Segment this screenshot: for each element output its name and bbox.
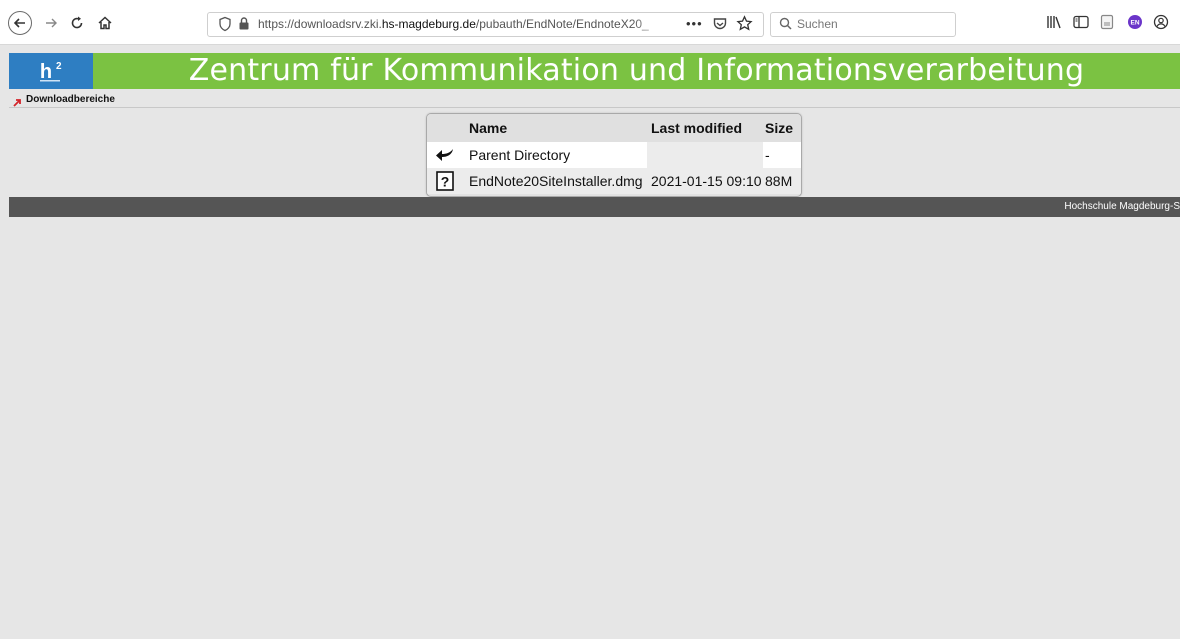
row-last-modified [651, 142, 765, 168]
url-text[interactable]: https://downloadsrv.zki.hs-magdeburg.de/… [258, 17, 673, 31]
column-header-name[interactable]: Name [469, 114, 649, 142]
university-logo[interactable]: h 2 [9, 53, 93, 89]
lock-icon[interactable] [238, 16, 250, 36]
reader-view-icon[interactable] [1098, 13, 1116, 31]
column-header-size[interactable]: Size [765, 114, 801, 142]
extension-icon[interactable]: EN [1126, 13, 1144, 31]
forward-button[interactable] [38, 10, 64, 36]
table-row[interactable]: ? EndNote20SiteInstaller.dmg 2021-01-15 … [427, 168, 801, 194]
browser-toolbar: https://downloadsrv.zki.hs-magdeburg.de/… [0, 0, 1180, 45]
home-icon [98, 16, 112, 30]
bookmark-star-icon[interactable] [736, 15, 753, 37]
library-icon[interactable] [1045, 13, 1063, 31]
svg-text:?: ? [441, 174, 450, 190]
svg-text:2: 2 [56, 61, 62, 72]
arrow-up-right-icon [12, 95, 22, 113]
search-icon [779, 17, 792, 35]
breadcrumb-link-downloadbereiche[interactable]: Downloadbereiche [26, 94, 115, 105]
search-placeholder: Suchen [797, 17, 838, 31]
site-footer: Hochschule Magdeburg-S [9, 197, 1180, 217]
extension-label: EN [1130, 20, 1139, 27]
parent-directory-link[interactable]: Parent Directory [469, 142, 649, 168]
site-header: h 2 Zentrum für Kommunikation und Inform… [9, 53, 1180, 89]
breadcrumb: Downloadbereiche [9, 93, 1180, 108]
file-link-endnote20siteinstaller[interactable]: EndNote20SiteInstaller.dmg [469, 168, 649, 194]
url-prefix: https://downloadsrv.zki. [258, 17, 382, 31]
table-header-row: Name Last modified Size [427, 114, 801, 142]
pocket-icon[interactable] [712, 16, 728, 37]
unknown-file-icon: ? [427, 168, 463, 194]
home-button[interactable] [92, 10, 118, 36]
reload-button[interactable] [64, 10, 90, 36]
svg-text:h: h [40, 61, 52, 83]
back-button[interactable] [8, 11, 32, 35]
back-arrow-icon [427, 142, 463, 168]
reload-icon [71, 16, 83, 29]
url-path: /pubauth/EndNote/EndnoteX20_ [475, 17, 649, 31]
row-last-modified: 2021-01-15 09:10 [651, 173, 762, 189]
search-bar[interactable]: Suchen [770, 12, 956, 37]
row-size: - [765, 147, 770, 163]
h2-logo-icon: h 2 [40, 61, 62, 83]
page-title: Zentrum für Kommunikation und Informatio… [188, 53, 1085, 88]
tracking-shield-icon[interactable] [218, 16, 232, 37]
footer-text: Hochschule Magdeburg-S [1064, 201, 1180, 212]
back-arrow-icon [13, 18, 25, 28]
table-row[interactable]: Parent Directory - [427, 142, 801, 168]
row-size: 88M [765, 173, 793, 189]
directory-listing-table: Name Last modified Size Parent Directory… [426, 113, 802, 197]
account-icon[interactable] [1152, 13, 1170, 31]
page-actions-more-button[interactable]: ••• [686, 16, 703, 31]
column-header-last-modified[interactable]: Last modified [651, 114, 765, 142]
url-host: hs-magdeburg.de [381, 17, 476, 31]
url-bar[interactable]: https://downloadsrv.zki.hs-magdeburg.de/… [207, 12, 764, 37]
sidebar-toggle-icon[interactable] [1072, 13, 1090, 31]
forward-arrow-icon [46, 18, 57, 28]
